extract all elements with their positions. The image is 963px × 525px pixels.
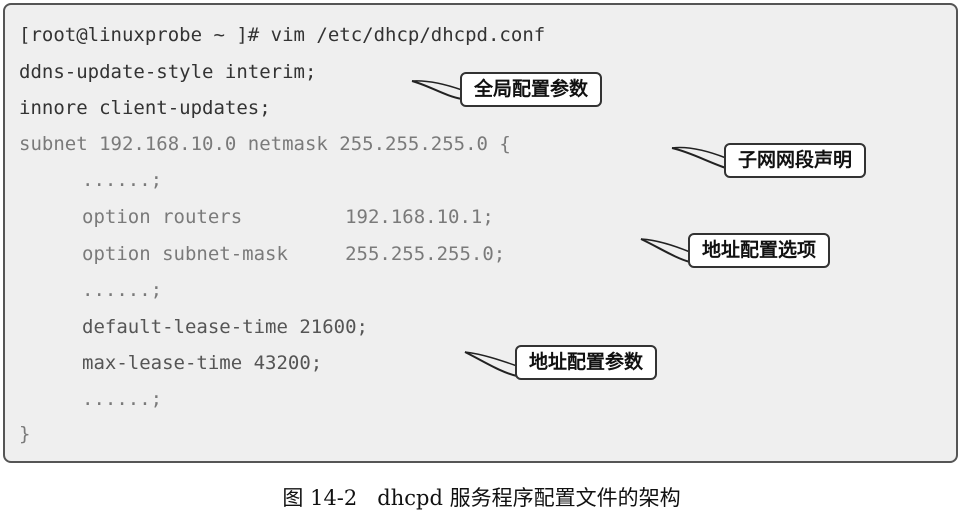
config-line-subnet: subnet 192.168.10.0 netmask 255.255.255.… <box>19 133 511 155</box>
callout-subnet-declaration: 子网网段声明 <box>724 143 867 178</box>
config-line-option-subnet-mask: option subnet-mask 255.255.255.0; <box>82 243 506 265</box>
shell-prompt-line: [root@linuxprobe ~ ]# vim /etc/dhcp/dhcp… <box>19 24 546 46</box>
figure-caption: 图 14-2 dhcpd 服务程序配置文件的架构 <box>282 486 681 510</box>
callout-global-config: 全局配置参数 <box>460 72 603 107</box>
config-line-client-updates: innore client-updates; <box>19 97 271 119</box>
config-line-ellipsis-3: ......; <box>82 388 163 410</box>
config-line-ellipsis-2: ......; <box>82 279 163 301</box>
callout-address-params: 地址配置参数 <box>515 345 658 380</box>
config-line-ddns: ddns-update-style interim; <box>19 61 317 83</box>
config-line-closing-brace: } <box>19 423 31 445</box>
config-line-max-lease-time: max-lease-time 43200; <box>82 352 323 374</box>
config-line-default-lease-time: default-lease-time 21600; <box>82 316 368 338</box>
config-line-ellipsis-1: ......; <box>82 169 163 191</box>
config-line-option-routers: option routers 192.168.10.1; <box>82 206 494 228</box>
callout-address-options: 地址配置选项 <box>688 233 831 268</box>
